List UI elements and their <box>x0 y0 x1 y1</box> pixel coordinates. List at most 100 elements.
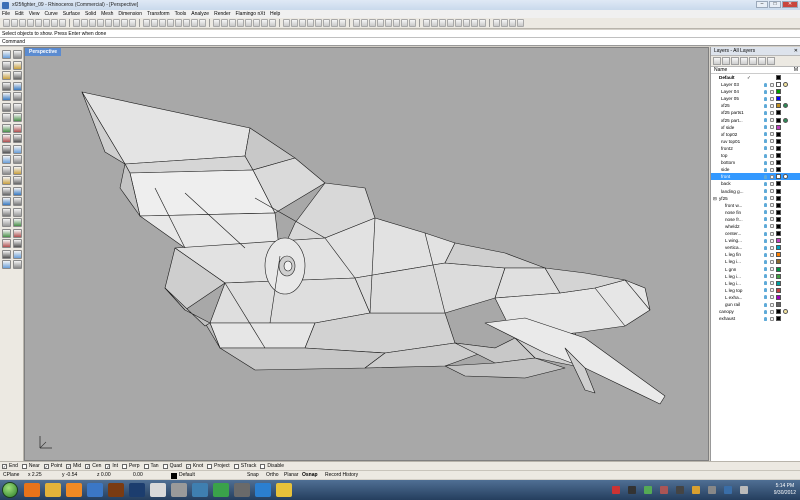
layer-row[interactable]: ⊟ yf25 <box>711 195 800 202</box>
checkbox[interactable]: ✓ <box>66 463 72 469</box>
toolbar-tool-icon[interactable] <box>361 19 368 27</box>
menu-tools[interactable]: Tools <box>175 11 187 17</box>
osnap-perp[interactable]: Perp <box>121 463 140 469</box>
toolbar-tool-icon[interactable] <box>455 19 462 27</box>
visibility-bulb-icon[interactable] <box>764 167 767 172</box>
toolbar-tool-icon[interactable] <box>191 19 198 27</box>
lock-icon[interactable] <box>770 252 774 257</box>
lock-icon[interactable] <box>770 203 774 208</box>
toolbar-tool-icon[interactable] <box>11 19 18 27</box>
toolbar-tool-icon[interactable] <box>253 19 260 27</box>
layer-color-swatch[interactable] <box>776 238 781 244</box>
tray-icon[interactable] <box>692 486 700 494</box>
media-player-taskbar-icon[interactable] <box>66 483 82 497</box>
layer-color-swatch[interactable] <box>776 252 781 258</box>
visibility-bulb-icon[interactable] <box>764 203 767 208</box>
tool-icon[interactable] <box>13 134 22 143</box>
layer-row[interactable]: L leg i... <box>711 280 800 287</box>
visibility-bulb-icon[interactable] <box>764 125 767 130</box>
toolbar-tool-icon[interactable] <box>221 19 228 27</box>
toolbar-tool-icon[interactable] <box>81 19 88 27</box>
toggle-snap[interactable]: Snap <box>247 471 259 480</box>
layer-row[interactable]: center... <box>711 230 800 237</box>
lock-icon[interactable] <box>770 238 774 243</box>
tool-icon[interactable] <box>13 102 22 112</box>
system-clock[interactable]: 5:14 PM 9/30/2012 <box>774 483 796 497</box>
tool-icon[interactable] <box>2 123 11 133</box>
checkbox[interactable]: ✓ <box>85 463 91 469</box>
osnap-point[interactable]: ✓ Point <box>43 463 62 469</box>
osnap-strack[interactable]: STrack <box>233 463 256 469</box>
menu-edit[interactable]: Edit <box>15 11 24 17</box>
layer-row[interactable]: xf side <box>711 124 800 131</box>
tool-icon[interactable] <box>2 239 11 248</box>
toolbar-tool-icon[interactable] <box>509 19 516 27</box>
layer-color-swatch[interactable] <box>776 181 781 187</box>
layer-row[interactable]: xf25 <box>711 102 800 109</box>
material-icon[interactable] <box>783 174 788 180</box>
visibility-bulb-icon[interactable] <box>764 281 767 286</box>
menu-curve[interactable]: Curve <box>44 11 57 17</box>
osnap-end[interactable]: ✓ End <box>2 463 18 469</box>
layers-close-icon[interactable]: ✕ <box>794 47 798 56</box>
tool-icon[interactable] <box>13 165 22 175</box>
toolbar-tool-icon[interactable] <box>299 19 306 27</box>
layer-row[interactable]: L gnn <box>711 266 800 273</box>
toolbar-tool-icon[interactable] <box>113 19 120 27</box>
lock-icon[interactable] <box>770 295 774 300</box>
checkbox[interactable]: ✓ <box>185 463 191 469</box>
layer-color-swatch[interactable] <box>776 174 781 180</box>
tool-icon[interactable] <box>2 165 11 175</box>
lock-icon[interactable] <box>770 110 774 115</box>
layer-color-swatch[interactable] <box>776 110 781 116</box>
layer-row[interactable]: canopy <box>711 308 800 315</box>
layer-color-swatch[interactable] <box>776 195 781 201</box>
tray-icon[interactable] <box>644 486 652 494</box>
lock-icon[interactable] <box>770 281 774 286</box>
lock-icon[interactable] <box>770 231 774 236</box>
lock-icon[interactable] <box>770 189 774 193</box>
photoshop-taskbar-icon[interactable] <box>129 483 145 497</box>
toggle-planar[interactable]: Planar <box>284 471 298 480</box>
perspective-viewport[interactable]: Perspective <box>24 47 709 461</box>
toolbar-tool-icon[interactable] <box>213 19 220 27</box>
visibility-bulb-icon[interactable] <box>764 224 767 229</box>
tool-icon[interactable] <box>2 218 11 227</box>
toolbar-tool-icon[interactable] <box>19 19 26 27</box>
checkbox[interactable] <box>21 463 27 469</box>
visibility-bulb-icon[interactable] <box>764 274 767 279</box>
layer-color-swatch[interactable] <box>776 138 781 144</box>
lock-icon[interactable] <box>770 210 774 215</box>
toolbar-tool-icon[interactable] <box>315 19 322 27</box>
layer-color-swatch[interactable] <box>776 96 781 102</box>
toolbar-tool-icon[interactable] <box>353 19 360 27</box>
lock-icon[interactable] <box>770 89 774 94</box>
toolbar-tool-icon[interactable] <box>385 19 392 27</box>
toolbar-tool-icon[interactable] <box>159 19 166 27</box>
lock-icon[interactable] <box>770 181 774 186</box>
osnap-mid[interactable]: ✓ Mid <box>66 463 81 469</box>
lock-icon[interactable] <box>770 132 774 137</box>
delete-layer-icon[interactable] <box>731 57 739 65</box>
menu-surface[interactable]: Surface <box>63 11 80 17</box>
toolbar-tool-icon[interactable] <box>237 19 244 27</box>
tool-icon[interactable] <box>2 228 11 238</box>
layer-row[interactable]: nose fr... <box>711 216 800 223</box>
layer-color-swatch[interactable] <box>776 209 781 215</box>
chrome-taskbar-icon[interactable] <box>213 483 229 497</box>
explorer-taskbar-icon[interactable] <box>45 483 61 497</box>
tool-icon[interactable] <box>2 71 11 80</box>
lock-icon[interactable] <box>770 259 774 264</box>
visibility-bulb-icon[interactable] <box>764 302 767 307</box>
toolbar-tool-icon[interactable] <box>97 19 104 27</box>
tool-icon[interactable] <box>13 60 22 70</box>
layer-row[interactable]: xf25 part... <box>711 117 800 124</box>
visibility-bulb-icon[interactable] <box>764 252 767 257</box>
tray-icon[interactable] <box>612 486 620 494</box>
tool-icon[interactable] <box>2 134 11 143</box>
toolbar-tool-icon[interactable] <box>493 19 500 27</box>
toolbar-tool-icon[interactable] <box>517 19 524 27</box>
lock-icon[interactable] <box>770 103 774 108</box>
visibility-bulb-icon[interactable] <box>764 267 767 272</box>
visibility-bulb-icon[interactable] <box>764 288 767 293</box>
